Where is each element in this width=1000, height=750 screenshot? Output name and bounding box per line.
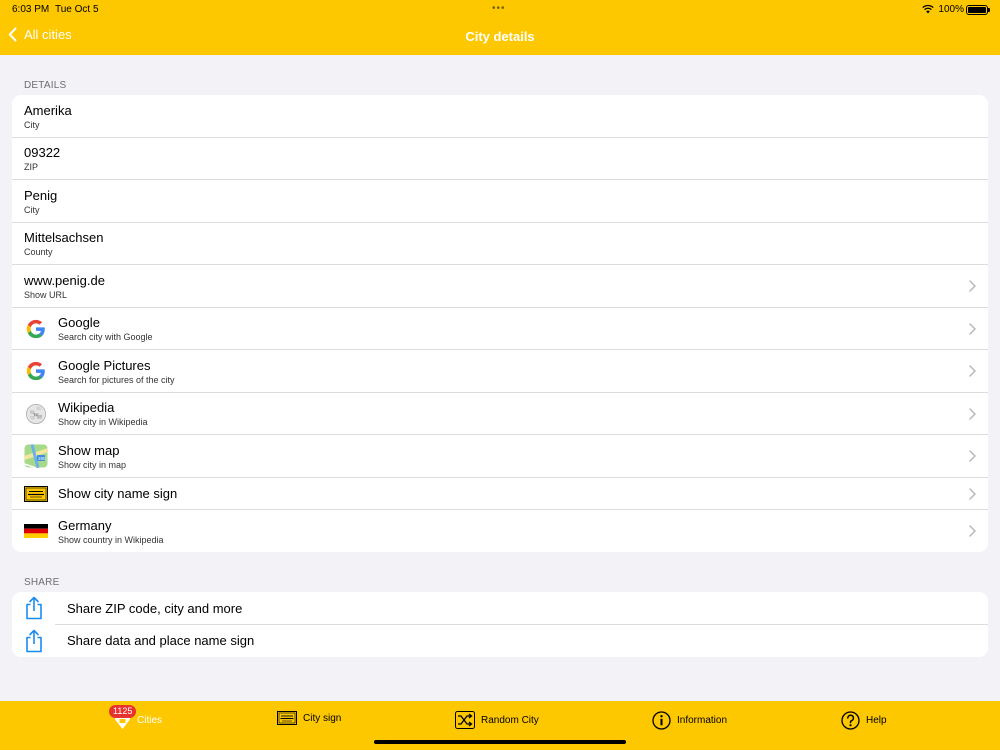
- row-title: Google Pictures: [58, 357, 151, 373]
- row-subtitle: Show country in Wikipedia: [58, 534, 164, 545]
- tab-information[interactable]: Information: [652, 711, 727, 730]
- chevron-right-icon: [969, 280, 976, 292]
- chevron-right-icon: [969, 365, 976, 377]
- row-title: www.penig.de: [24, 272, 105, 288]
- cities-count-badge: 1125: [109, 705, 137, 718]
- tab-label: City sign: [303, 712, 342, 724]
- battery-percent: 100%: [938, 4, 964, 15]
- tab-city-sign[interactable]: City sign: [277, 711, 341, 725]
- row-title: Show city name sign: [58, 486, 178, 502]
- detail-row-country[interactable]: Germany Show country in Wikipedia: [12, 510, 988, 552]
- row-subtitle: Search city with Google: [58, 332, 153, 343]
- share-section-header: SHARE: [24, 577, 60, 588]
- row-title: Show map: [58, 442, 120, 458]
- row-title: Google: [58, 315, 100, 331]
- svg-text:280: 280: [38, 456, 46, 461]
- detail-row-google-pictures[interactable]: Google Pictures Search for pictures of t…: [12, 350, 988, 393]
- row-title: Penig: [24, 187, 58, 203]
- wikipedia-icon: W: [24, 402, 48, 426]
- google-icon: [24, 317, 48, 341]
- row-title: Share data and place name sign: [67, 633, 255, 649]
- row-subtitle: County: [24, 247, 53, 258]
- detail-row-url[interactable]: www.penig.de Show URL: [12, 265, 988, 308]
- tab-label: Information: [677, 715, 728, 726]
- shuffle-icon: [455, 711, 475, 729]
- row-title: Wikipedia: [58, 400, 115, 416]
- battery-icon: [966, 5, 990, 15]
- detail-row-show-map[interactable]: 280 Show map Show city in map: [12, 435, 988, 478]
- row-subtitle: Search for pictures of the city: [58, 374, 175, 385]
- detail-row-wikipedia[interactable]: W Wikipedia Show city in Wikipedia: [12, 393, 988, 435]
- row-subtitle: Show URL: [24, 289, 68, 300]
- wifi-icon: [922, 4, 934, 14]
- share-icon: [24, 596, 44, 620]
- city-sign-icon: [24, 482, 48, 506]
- row-title: Amerika: [24, 102, 72, 118]
- row-title: Share ZIP code, city and more: [67, 600, 243, 616]
- chevron-right-icon: [969, 408, 976, 420]
- row-subtitle: City: [24, 119, 40, 130]
- tab-label: Cities: [137, 715, 163, 726]
- row-subtitle: Show city in Wikipedia: [58, 417, 148, 428]
- home-indicator[interactable]: [374, 740, 626, 744]
- share-icon: [24, 629, 44, 653]
- help-icon: [841, 711, 860, 730]
- share-data-sign-button[interactable]: Share data and place name sign: [12, 625, 988, 658]
- detail-row-google[interactable]: Google Search city with Google: [12, 308, 988, 350]
- row-subtitle: Show city in map: [58, 459, 127, 470]
- page-title: City details: [465, 29, 535, 44]
- germany-flag-icon: [24, 519, 48, 543]
- row-subtitle: City: [24, 204, 40, 215]
- svg-text:W: W: [33, 412, 39, 418]
- navigation-bar: 6:03 PM Tue Oct 5 ••• 100% All cities Ci…: [0, 0, 1000, 55]
- detail-row-city-name-sign[interactable]: Show city name sign: [12, 478, 988, 510]
- share-card: Share ZIP code, city and more Share data…: [12, 592, 988, 657]
- chevron-right-icon: [969, 488, 976, 500]
- multitasking-dots-icon[interactable]: •••: [492, 3, 506, 14]
- google-icon: [24, 359, 48, 383]
- chevron-right-icon: [969, 323, 976, 335]
- status-time: 6:03 PM: [12, 4, 50, 15]
- row-title: 09322: [24, 145, 61, 161]
- detail-row-municipality: Penig City: [12, 180, 988, 223]
- city-sign-icon: [277, 711, 297, 725]
- row-title: Germany: [58, 517, 112, 533]
- tab-label: Random City: [481, 714, 539, 726]
- details-section-header: DETAILS: [24, 80, 67, 91]
- status-date: Tue Oct 5: [55, 4, 99, 15]
- row-subtitle: ZIP: [24, 162, 39, 173]
- tab-random-city[interactable]: Random City: [455, 711, 539, 729]
- details-card: Amerika City 09322 ZIP Penig City Mittel…: [12, 95, 988, 552]
- detail-row-zip: 09322 ZIP: [12, 138, 988, 180]
- chevron-right-icon: [969, 525, 976, 537]
- tab-label: Help: [866, 715, 887, 726]
- chevron-right-icon: [969, 450, 976, 462]
- tab-help[interactable]: Help: [841, 711, 887, 730]
- share-zip-city-button[interactable]: Share ZIP code, city and more: [12, 592, 988, 625]
- detail-row-county: Mittelsachsen County: [12, 223, 988, 265]
- detail-row-city: Amerika City: [12, 95, 988, 138]
- info-icon: [652, 711, 671, 730]
- map-icon: 280: [24, 444, 48, 469]
- row-title: Mittelsachsen: [24, 230, 104, 246]
